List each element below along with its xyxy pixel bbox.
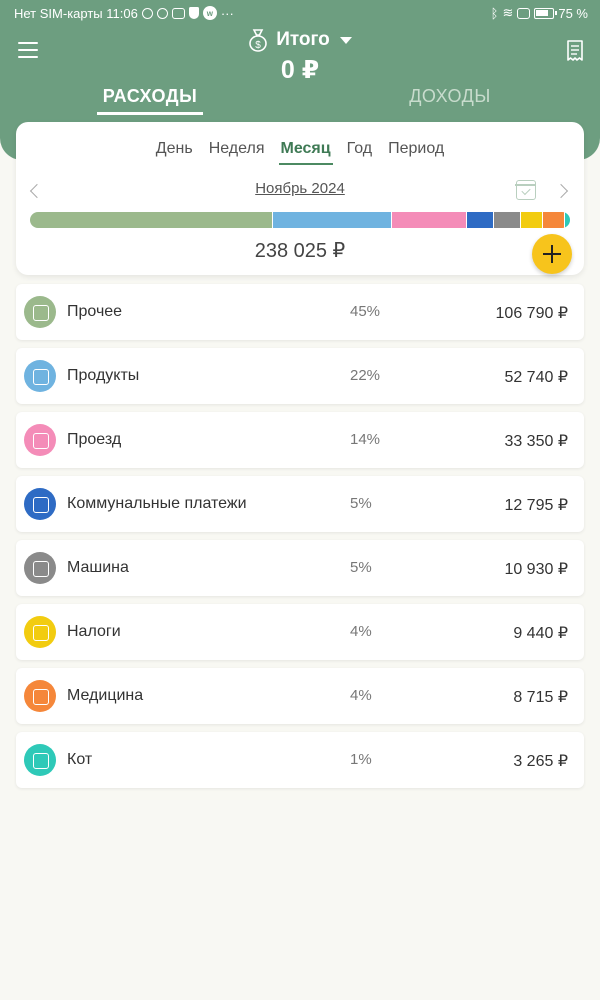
calendar-icon[interactable]: [515, 180, 536, 200]
account-title: Итого: [276, 29, 330, 50]
category-amount: 12 795 ₽: [504, 497, 568, 514]
account-total: 0 ₽: [280, 56, 320, 84]
car-icon: [24, 552, 56, 584]
category-amount: 106 790 ₽: [495, 305, 568, 322]
category-row[interactable]: Медицина 4% 8 715 ₽: [16, 668, 584, 724]
category-amount: 3 265 ₽: [513, 753, 568, 770]
caret-down-icon: [339, 36, 352, 44]
status-bar: Нет SIM-карты 11:06 w ··· ᛒ ≋ 75 %: [0, 0, 600, 26]
receipt-icon[interactable]: [566, 40, 584, 61]
instagram-icon: [171, 7, 185, 19]
share-bar-segment: [391, 212, 468, 228]
category-percent: 1%: [350, 751, 372, 768]
pill-icon: [24, 680, 56, 712]
type-tabs: РАСХОДЫ ДОХОДЫ: [0, 86, 600, 116]
category-name: Прочее: [67, 303, 123, 320]
check-circle-icon: [141, 7, 153, 19]
category-name: Медицина: [67, 687, 144, 704]
bluetooth-icon: ᛒ: [490, 5, 499, 21]
category-percent: 45%: [350, 303, 381, 320]
category-row[interactable]: Налоги 4% 9 440 ₽: [16, 604, 584, 660]
category-amount: 9 440 ₽: [513, 625, 568, 642]
category-row[interactable]: Проезд 14% 33 350 ₽: [16, 412, 584, 468]
tab-month[interactable]: Месяц: [278, 138, 333, 165]
tab-income[interactable]: ДОХОДЫ: [400, 86, 500, 107]
category-percent: 4%: [350, 623, 372, 640]
category-percent: 22%: [350, 367, 381, 384]
category-percent: 14%: [350, 431, 381, 448]
tab-period[interactable]: Период: [386, 138, 446, 165]
tab-day[interactable]: День: [154, 138, 195, 165]
category-amount: 10 930 ₽: [504, 561, 568, 578]
period-card: День Неделя Месяц Год Период Ноябрь 2024…: [16, 122, 584, 275]
share-bar-segment: [467, 212, 495, 228]
lightbulb-icon: [24, 616, 56, 648]
paw-icon: [24, 744, 56, 776]
share-bar-segment: [273, 212, 392, 228]
grocery-basket-icon: [24, 360, 56, 392]
tab-expenses[interactable]: РАСХОДЫ: [97, 86, 203, 115]
web-badge-icon: w: [202, 6, 217, 20]
money-bills-icon: [24, 296, 56, 328]
battery-icon: [534, 7, 558, 19]
status-right: ᛒ ≋ 75 %: [491, 5, 588, 21]
account-selector[interactable]: $ Итого: [0, 28, 600, 52]
notification-icon: [517, 7, 531, 19]
wifi-icon: ≋: [502, 5, 514, 20]
tab-year[interactable]: Год: [345, 138, 374, 165]
category-row[interactable]: Кот 1% 3 265 ₽: [16, 732, 584, 788]
category-name: Продукты: [67, 367, 140, 384]
category-amount: 8 715 ₽: [513, 689, 568, 706]
more-notifications-icon: ···: [220, 5, 234, 21]
category-row[interactable]: Продукты 22% 52 740 ₽: [16, 348, 584, 404]
category-share-bar: [30, 212, 570, 228]
category-name: Проезд: [67, 431, 122, 448]
category-percent: 5%: [350, 559, 372, 576]
money-bag-icon: $: [249, 29, 268, 52]
info-circle-icon: [156, 7, 168, 19]
category-name: Кот: [67, 751, 93, 768]
tab-week[interactable]: Неделя: [207, 138, 267, 165]
category-row[interactable]: Коммунальные платежи 5% 12 795 ₽: [16, 476, 584, 532]
category-list: Прочее 45% 106 790 ₽ Продукты 22% 52 740 ₽ Про…: [16, 284, 584, 796]
status-left: Нет SIM-карты 11:06 w ···: [14, 6, 234, 21]
add-expense-button[interactable]: [532, 234, 572, 274]
category-percent: 5%: [350, 495, 372, 512]
category-name: Машина: [67, 559, 129, 576]
category-row[interactable]: Машина 5% 10 930 ₽: [16, 540, 584, 596]
share-bar-segment: [521, 212, 543, 228]
share-bar-segment: [542, 212, 565, 228]
bus-icon: [24, 424, 56, 456]
period-sum: 238 025 ₽: [254, 240, 346, 262]
house-icon: [24, 488, 56, 520]
share-bar-segment: [30, 212, 273, 228]
category-percent: 4%: [350, 687, 372, 704]
month-navigator: Ноябрь 2024: [16, 180, 584, 202]
category-amount: 33 350 ₽: [504, 433, 568, 450]
category-name: Коммунальные платежи: [67, 495, 247, 512]
category-name: Налоги: [67, 623, 121, 640]
battery-level: 75 %: [558, 5, 588, 21]
category-amount: 52 740 ₽: [504, 369, 568, 386]
carrier-time: Нет SIM-карты 11:06: [14, 5, 138, 21]
month-label[interactable]: Ноябрь 2024: [16, 180, 584, 197]
svg-text:$: $: [255, 40, 261, 51]
category-row[interactable]: Прочее 45% 106 790 ₽: [16, 284, 584, 340]
period-tabs: День Неделя Месяц Год Период: [16, 138, 584, 165]
share-bar-segment: [494, 212, 522, 228]
share-bar-segment: [564, 212, 570, 228]
shield-icon: [188, 7, 199, 19]
